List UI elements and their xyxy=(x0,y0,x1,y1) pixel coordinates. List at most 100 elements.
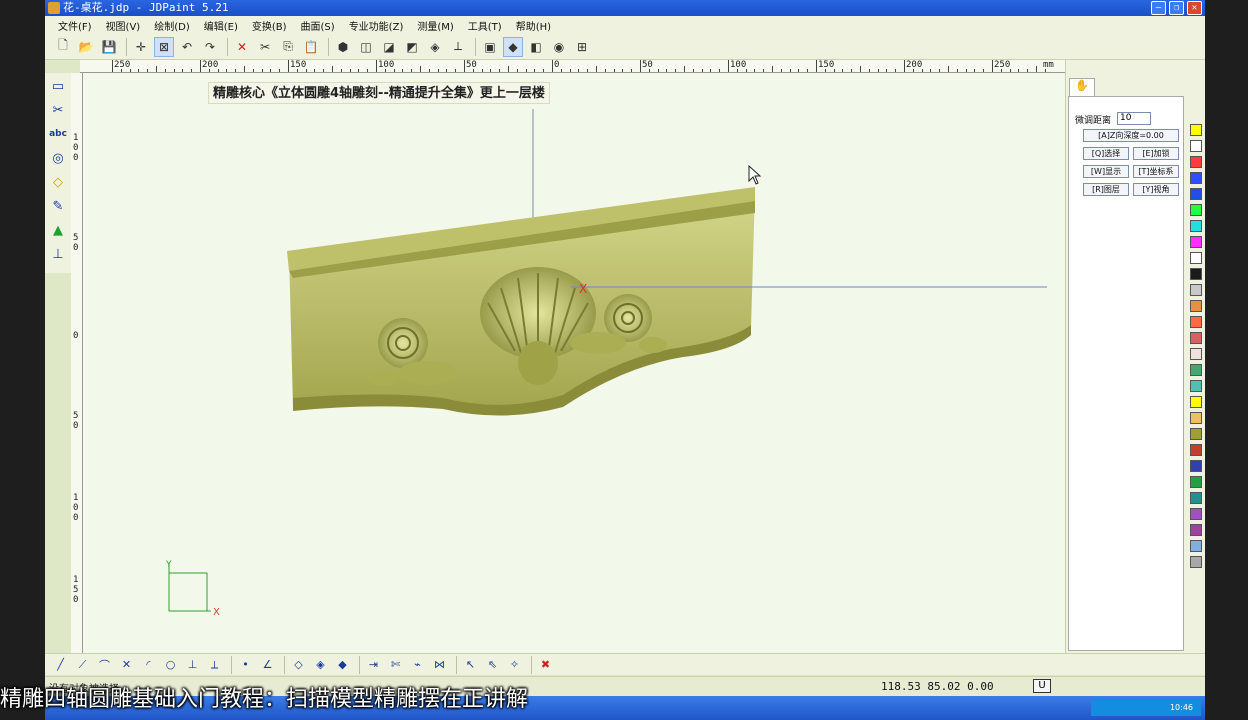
color-swatch[interactable] xyxy=(1190,268,1202,280)
color-swatch[interactable] xyxy=(1190,556,1202,568)
color-swatch[interactable] xyxy=(1190,476,1202,488)
node-add-icon[interactable]: ◈ xyxy=(311,655,330,674)
color-swatch[interactable] xyxy=(1190,204,1202,216)
cube-blue-icon[interactable]: ◆ xyxy=(503,36,523,57)
select-button[interactable]: [Q]选择 xyxy=(1083,147,1129,160)
minimize-button[interactable]: – xyxy=(1151,1,1166,15)
pick-multi-icon[interactable]: ⇖ xyxy=(483,655,502,674)
paste-icon[interactable]: 📋 xyxy=(301,37,321,57)
color-swatch[interactable] xyxy=(1190,492,1202,504)
iso-view-icon[interactable]: ◩ xyxy=(402,37,422,57)
cube-side-icon[interactable]: ◧ xyxy=(526,37,546,57)
break-icon[interactable]: ⌁ xyxy=(408,655,427,674)
render-icon[interactable]: ◉ xyxy=(549,37,569,57)
z-depth-button[interactable]: [A]Z向深度=0.00 xyxy=(1083,129,1179,142)
color-swatch[interactable] xyxy=(1190,332,1202,344)
color-swatch[interactable] xyxy=(1190,428,1202,440)
pick-icon[interactable]: ↖ xyxy=(461,655,480,674)
unit-button[interactable]: U xyxy=(1033,679,1051,693)
angle-icon[interactable]: ∠ xyxy=(258,655,277,674)
color-swatch[interactable] xyxy=(1190,124,1202,136)
color-swatch[interactable] xyxy=(1190,508,1202,520)
polyline-icon[interactable]: ⟋ xyxy=(73,655,92,674)
color-swatch[interactable] xyxy=(1190,236,1202,248)
color-swatch[interactable] xyxy=(1190,316,1202,328)
close-red-icon[interactable]: ✖ xyxy=(536,655,555,674)
color-swatch[interactable] xyxy=(1190,540,1202,552)
brush-icon[interactable]: ✎ xyxy=(47,195,69,217)
color-swatch[interactable] xyxy=(1190,460,1202,472)
color-swatch[interactable] xyxy=(1190,172,1202,184)
node-edit-icon[interactable]: ◇ xyxy=(289,655,308,674)
menu-item-1[interactable]: 视图(V) xyxy=(99,18,148,33)
layer-button[interactable]: [R]图层 xyxy=(1083,183,1129,196)
text-abc-icon[interactable]: abc xyxy=(47,123,69,145)
undo-icon[interactable]: ↶ xyxy=(177,37,197,57)
panel-tab[interactable]: ✋ xyxy=(1069,78,1095,96)
color-swatch[interactable] xyxy=(1190,380,1202,392)
color-swatch[interactable] xyxy=(1190,348,1202,360)
color-swatch[interactable] xyxy=(1190,140,1202,152)
cone-green-icon[interactable]: ▲ xyxy=(47,219,69,241)
color-swatch[interactable] xyxy=(1190,412,1202,424)
crosshair-icon[interactable]: ✛ xyxy=(131,37,151,57)
point-icon[interactable]: • xyxy=(236,655,255,674)
color-swatch[interactable] xyxy=(1190,284,1202,296)
color-swatch[interactable] xyxy=(1190,524,1202,536)
tangent-icon[interactable]: ⟂ xyxy=(205,655,224,674)
color-swatch[interactable] xyxy=(1190,156,1202,168)
open-folder-icon[interactable]: 📂 xyxy=(76,37,96,57)
trim-curve-icon[interactable]: ✄ xyxy=(386,655,405,674)
menu-item-6[interactable]: 专业功能(Z) xyxy=(342,18,411,33)
redo-icon[interactable]: ↷ xyxy=(200,37,220,57)
save-icon[interactable]: 💾 xyxy=(99,37,119,57)
layers-icon[interactable]: ◈ xyxy=(425,37,445,57)
menu-item-9[interactable]: 帮助(H) xyxy=(509,18,558,33)
close-button[interactable]: ✕ xyxy=(1187,1,1202,15)
arc-icon[interactable]: ⌒ xyxy=(95,655,114,674)
snap-grid-icon[interactable]: ⊞ xyxy=(572,37,592,57)
new-file-icon[interactable]: 🗋 xyxy=(53,37,73,57)
menu-item-8[interactable]: 工具(T) xyxy=(461,18,509,33)
color-swatch[interactable] xyxy=(1190,188,1202,200)
display-button[interactable]: [W]显示 xyxy=(1083,165,1129,178)
perpendicular-icon[interactable]: ⊥ xyxy=(183,655,202,674)
circle-icon[interactable]: ○ xyxy=(161,655,180,674)
nudge-input[interactable]: 10 xyxy=(1117,112,1151,125)
delete-icon[interactable]: ✕ xyxy=(232,37,252,57)
color-swatch[interactable] xyxy=(1190,300,1202,312)
color-swatch[interactable] xyxy=(1190,396,1202,408)
color-swatch[interactable] xyxy=(1190,444,1202,456)
menu-item-2[interactable]: 绘制(D) xyxy=(147,18,197,33)
color-swatch[interactable] xyxy=(1190,220,1202,232)
menu-item-7[interactable]: 测量(M) xyxy=(410,18,460,33)
cross-icon[interactable]: ✕ xyxy=(117,655,136,674)
solid-view-icon[interactable]: ⬢ xyxy=(333,37,353,57)
shade-box-icon[interactable]: ◪ xyxy=(379,37,399,57)
menu-item-0[interactable]: 文件(F) xyxy=(51,18,99,33)
rectangle-select-icon[interactable]: ▭ xyxy=(47,75,69,97)
line-icon[interactable]: ╱ xyxy=(51,655,70,674)
join-icon[interactable]: ⋈ xyxy=(430,655,449,674)
magic-icon[interactable]: ✧ xyxy=(505,655,524,674)
trim-icon[interactable]: ✂ xyxy=(47,99,69,121)
axis-icon[interactable]: ⟂ xyxy=(448,37,468,57)
drawing-canvas[interactable]: 精雕核心《立体圆雕4轴雕刻--精通提升全集》更上一层楼 X X Y xyxy=(83,73,1065,653)
menu-item-4[interactable]: 变换(B) xyxy=(245,18,294,33)
menu-item-3[interactable]: 编辑(E) xyxy=(197,18,245,33)
view-angle-button[interactable]: [Y]视角 xyxy=(1133,183,1179,196)
cut-icon[interactable]: ✂ xyxy=(255,37,275,57)
coord-system-button[interactable]: [T]坐标系 xyxy=(1133,165,1179,178)
window-select-icon[interactable]: ⊠ xyxy=(154,36,174,57)
extend-icon[interactable]: ⇥ xyxy=(364,655,383,674)
measure-icon[interactable]: ⊥ xyxy=(47,243,69,265)
fillet-icon[interactable]: ◜ xyxy=(139,655,158,674)
color-swatch[interactable] xyxy=(1190,364,1202,376)
copy-icon[interactable]: ⎘ xyxy=(278,37,298,57)
color-swatch[interactable] xyxy=(1190,252,1202,264)
cube-front-icon[interactable]: ▣ xyxy=(480,37,500,57)
lock-button[interactable]: [E]加锁 xyxy=(1133,147,1179,160)
menu-item-5[interactable]: 曲面(S) xyxy=(294,18,342,33)
node-delete-icon[interactable]: ◆ xyxy=(333,655,352,674)
diamond-tool-icon[interactable]: ◇ xyxy=(47,171,69,193)
